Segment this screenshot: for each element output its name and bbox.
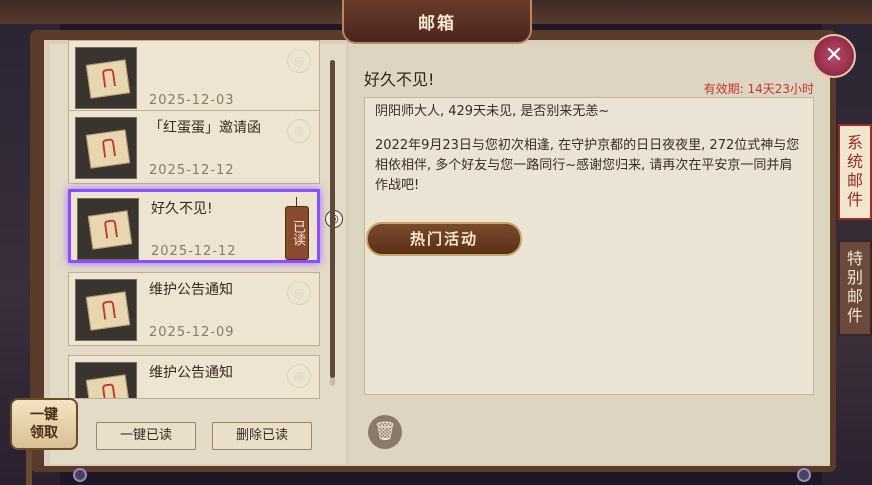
mail-date: 2025-12-09 — [149, 325, 235, 340]
mail-thumbnail — [75, 47, 137, 109]
tab-special-mail[interactable]: 特别邮件 — [838, 240, 872, 336]
envelope-icon — [85, 374, 131, 398]
ornament-dot-icon — [73, 468, 87, 482]
claim-all-button[interactable]: 一键领取 — [10, 398, 78, 450]
scrollbar-thumb[interactable] — [330, 60, 335, 378]
mail-body: 2022年9月23日与您初次相逢, 在守护京都的日日夜夜里, 272位式神与您相… — [375, 138, 800, 193]
swirl-watermark-icon: ◎ — [287, 49, 311, 73]
swirl-watermark-icon: ◎ — [287, 281, 311, 305]
mail-date: 2025-12-12 — [149, 163, 235, 178]
validity-text: 有效期: 14天23小时 — [703, 82, 814, 96]
read-all-button[interactable]: 一键已读 — [96, 422, 196, 450]
swirl-watermark-icon: ◎ — [287, 119, 311, 143]
tab-system-mail[interactable]: 系统邮件 — [838, 124, 872, 220]
mail-thumbnail — [75, 279, 137, 341]
mail-item[interactable]: 维护公告通知 2025-12-09 ◎ — [68, 272, 320, 346]
envelope-open-icon — [87, 210, 133, 250]
ornament-dot-icon — [797, 468, 811, 482]
swirl-watermark-icon: ◎ — [287, 364, 311, 388]
mail-greeting: 阴阳师大人, 429天未见, 是否别来无恙~ — [375, 104, 610, 119]
trash-icon[interactable]: 🗑 — [368, 415, 402, 449]
close-icon[interactable]: ✕ — [812, 34, 856, 78]
envelope-icon — [85, 291, 131, 331]
mail-thumbnail — [77, 198, 139, 260]
page-title: 邮箱 — [418, 13, 456, 34]
mail-item[interactable]: 2025-12-03 ◎ — [68, 40, 320, 114]
envelope-icon — [85, 129, 131, 169]
read-tag: 已读 — [285, 197, 309, 260]
claim-all-label: 一键领取 — [30, 407, 58, 441]
mail-thumbnail — [75, 362, 137, 398]
mail-date: 2025-12-12 — [151, 244, 237, 259]
mail-title: 维护公告通知 — [149, 365, 233, 381]
mail-thumbnail — [75, 117, 137, 179]
mail-item-selected[interactable]: 好久不见! 2025-12-12 已读 — [68, 189, 320, 263]
mail-title: 维护公告通知 — [149, 282, 233, 298]
gift-package-icon — [85, 59, 131, 99]
mail-title: 「红蛋蛋」邀请函 — [149, 120, 261, 136]
detail-title: 好久不见! — [364, 70, 435, 89]
hot-events-button[interactable]: 热门活动 — [366, 222, 522, 256]
delete-read-button[interactable]: 删除已读 — [212, 422, 312, 450]
header-plaque: 邮箱 — [342, 0, 532, 44]
mail-title: 好久不见! — [151, 201, 213, 217]
mail-item[interactable]: 「红蛋蛋」邀请函 2025-12-12 ◎ — [68, 110, 320, 184]
mail-item[interactable]: 维护公告通知 ◎ — [68, 355, 320, 399]
mail-date: 2025-12-03 — [149, 93, 235, 108]
